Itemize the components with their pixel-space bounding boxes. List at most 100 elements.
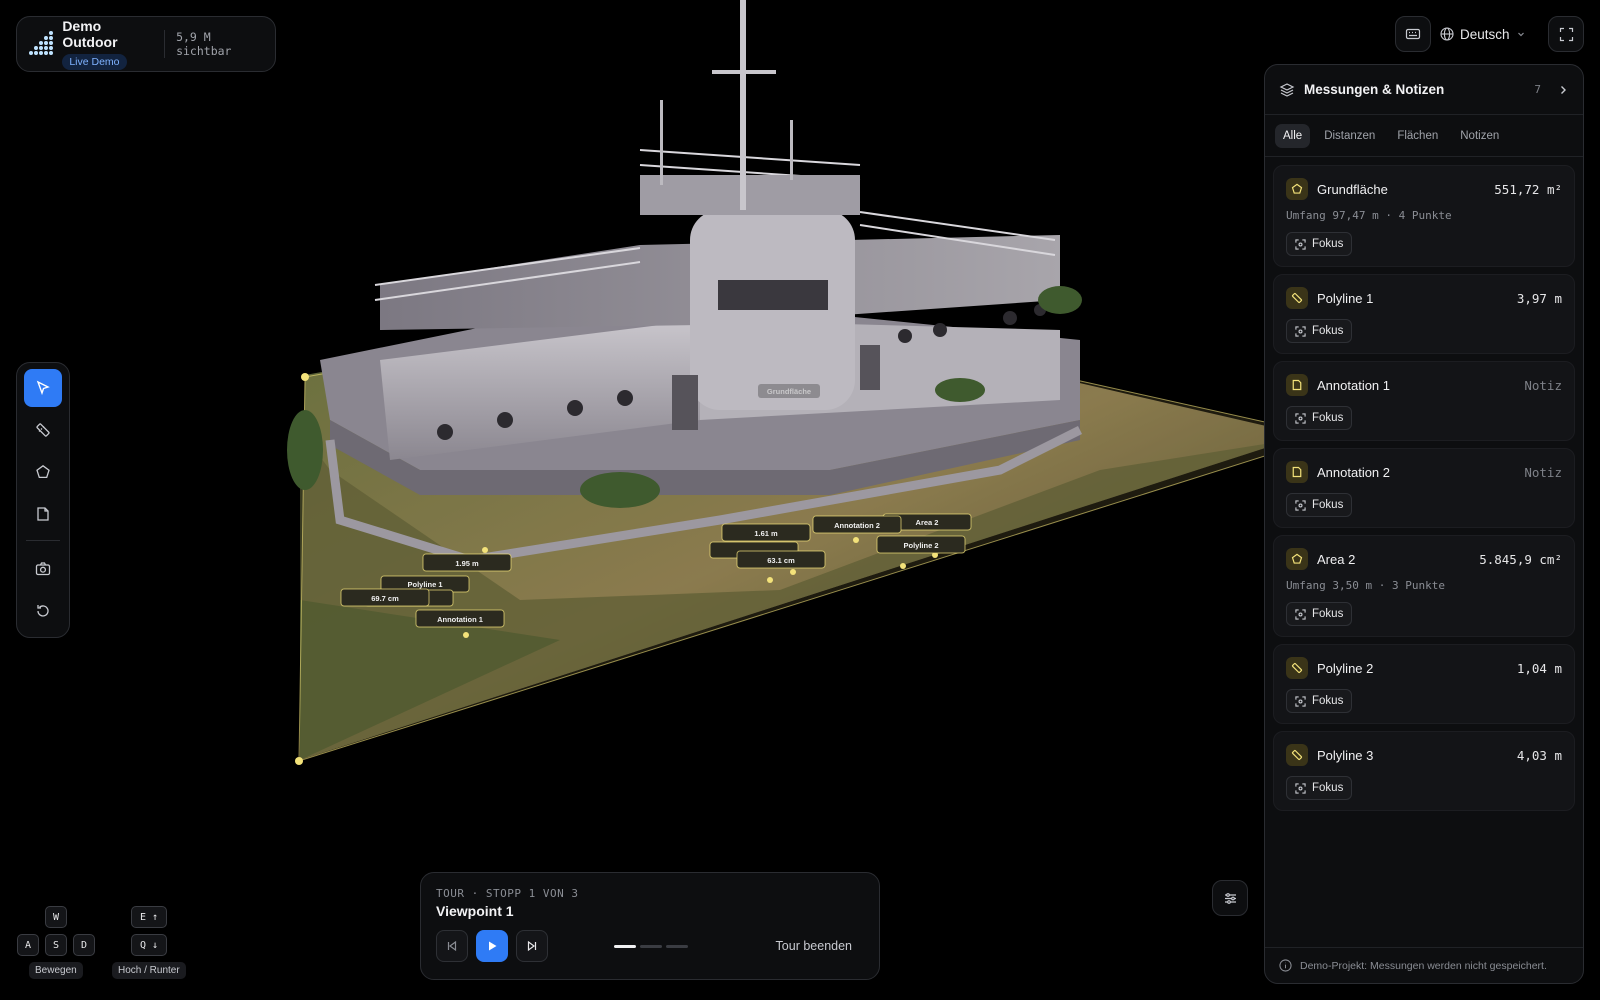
info-icon bbox=[1279, 959, 1292, 972]
skip-back-icon bbox=[447, 940, 457, 952]
tour-previous-button[interactable] bbox=[436, 930, 468, 962]
language-label: Deutsch bbox=[1460, 26, 1510, 42]
note-icon bbox=[1286, 461, 1308, 483]
svg-text:Grundfläche: Grundfläche bbox=[767, 387, 811, 396]
polygon-icon bbox=[1286, 548, 1308, 570]
item-value: Notiz bbox=[1524, 377, 1562, 393]
focus-icon bbox=[1295, 499, 1306, 511]
focus-button[interactable]: Fokus bbox=[1286, 493, 1353, 517]
focus-button[interactable]: Fokus bbox=[1286, 602, 1353, 626]
tour-play-button[interactable] bbox=[476, 930, 508, 962]
tab-all[interactable]: Alle bbox=[1275, 123, 1311, 148]
item-meta: Umfang 97,47 m · 4 Punkte bbox=[1286, 209, 1452, 222]
view-settings-button[interactable] bbox=[1212, 880, 1248, 916]
tool-note[interactable] bbox=[24, 495, 62, 533]
panel-tabs: Alle Distanzen Flächen Notizen bbox=[1265, 115, 1583, 157]
item-meta: Umfang 3,50 m · 3 Punkte bbox=[1286, 579, 1445, 592]
note-icon bbox=[37, 507, 49, 521]
polygon-icon bbox=[36, 464, 50, 479]
tour-viewpoint-title: Viewpoint 1 bbox=[436, 903, 514, 919]
tool-select[interactable] bbox=[24, 369, 62, 407]
focus-icon bbox=[1295, 608, 1306, 620]
item-name: Polyline 1 bbox=[1317, 290, 1374, 306]
project-card: Demo Outdoor Live Demo 5,9 M sichtbar bbox=[16, 16, 276, 72]
tool-bar bbox=[16, 362, 70, 638]
list-item[interactable]: Area 2 5.845,9 cm² Umfang 3,50 m · 3 Pun… bbox=[1273, 535, 1575, 637]
item-name: Polyline 3 bbox=[1317, 747, 1374, 763]
item-name: Polyline 2 bbox=[1317, 660, 1374, 676]
tour-next-button[interactable] bbox=[516, 930, 548, 962]
tour-stop-label: TOUR · STOPP 1 VON 3 bbox=[436, 887, 579, 900]
focus-button[interactable]: Fokus bbox=[1286, 406, 1353, 430]
item-value: 551,72 m² bbox=[1494, 181, 1562, 197]
focus-icon bbox=[1295, 695, 1306, 707]
scene-label-69-7cm: 69.7 cm bbox=[340, 588, 430, 607]
layers-icon bbox=[1279, 82, 1295, 97]
project-logo-icon bbox=[29, 31, 53, 57]
tab-areas[interactable]: Flächen bbox=[1389, 124, 1446, 148]
list-item[interactable]: Annotation 2 Notiz Fokus bbox=[1273, 448, 1575, 528]
move-label: Bewegen bbox=[29, 962, 83, 979]
svg-text:Polyline 1: Polyline 1 bbox=[407, 580, 442, 589]
divider bbox=[26, 540, 60, 541]
focus-icon bbox=[1295, 325, 1306, 337]
skip-forward-icon bbox=[527, 940, 537, 952]
panel-footer: Demo-Projekt: Messungen werden nicht ges… bbox=[1265, 947, 1583, 983]
ruler-icon bbox=[1286, 744, 1308, 766]
svg-text:Annotation 1: Annotation 1 bbox=[437, 615, 483, 624]
divider bbox=[164, 30, 166, 58]
tool-screenshot[interactable] bbox=[24, 550, 62, 588]
language-selector[interactable]: Deutsch bbox=[1440, 16, 1526, 52]
keyboard-shortcuts-button[interactable] bbox=[1395, 16, 1431, 52]
focus-label: Fokus bbox=[1312, 412, 1344, 424]
key-d: D bbox=[73, 934, 95, 956]
focus-button[interactable]: Fokus bbox=[1286, 319, 1353, 343]
polygon-icon bbox=[1286, 178, 1308, 200]
scene-label-polyline-2: Polyline 2 bbox=[876, 535, 966, 554]
tour-card: TOUR · STOPP 1 VON 3 Viewpoint 1 Tour be… bbox=[420, 872, 880, 980]
svg-text:69.7 cm: 69.7 cm bbox=[371, 594, 399, 603]
tool-distance[interactable] bbox=[24, 411, 62, 449]
focus-label: Fokus bbox=[1312, 782, 1344, 794]
scene-label-63-1cm: 63.1 cm bbox=[736, 550, 826, 569]
scene-label-grundflaeche: Grundfläche bbox=[758, 384, 820, 398]
focus-button[interactable]: Fokus bbox=[1286, 776, 1353, 800]
globe-icon bbox=[1440, 27, 1454, 41]
tab-distances[interactable]: Distanzen bbox=[1316, 124, 1383, 148]
svg-text:Polyline 2: Polyline 2 bbox=[903, 541, 938, 550]
list-item[interactable]: Polyline 1 3,97 m Fokus bbox=[1273, 274, 1575, 354]
ruler-icon bbox=[1286, 287, 1308, 309]
panel-header: Messungen & Notizen 7 bbox=[1265, 65, 1583, 115]
tool-area[interactable] bbox=[24, 453, 62, 491]
focus-icon bbox=[1295, 782, 1306, 794]
sliders-icon bbox=[1224, 892, 1236, 904]
visible-points-count: 5,9 M sichtbar bbox=[176, 30, 232, 58]
focus-button[interactable]: Fokus bbox=[1286, 689, 1353, 713]
chevron-down-icon bbox=[1517, 32, 1524, 37]
list-item[interactable]: Annotation 1 Notiz Fokus bbox=[1273, 361, 1575, 441]
list-item[interactable]: Polyline 3 4,03 m Fokus bbox=[1273, 731, 1575, 811]
key-e: E ↑ bbox=[131, 906, 167, 928]
focus-button[interactable]: Fokus bbox=[1286, 232, 1353, 256]
tool-reset-view[interactable] bbox=[24, 592, 62, 630]
key-q: Q ↓ bbox=[131, 934, 167, 956]
measurement-list: Grundfläche 551,72 m² Umfang 97,47 m · 4… bbox=[1265, 157, 1583, 811]
item-value: 5.845,9 cm² bbox=[1479, 551, 1562, 567]
scene-label-1-95m: 1.95 m bbox=[422, 553, 512, 572]
tab-notes[interactable]: Notizen bbox=[1452, 124, 1507, 148]
item-value: 1,04 m bbox=[1516, 660, 1562, 676]
collapse-panel-chevron-icon[interactable] bbox=[1557, 84, 1569, 96]
end-tour-button[interactable]: Tour beenden bbox=[776, 939, 852, 953]
svg-text:1.95 m: 1.95 m bbox=[455, 559, 479, 568]
ruler-icon bbox=[36, 423, 50, 437]
list-item[interactable]: Polyline 2 1,04 m Fokus bbox=[1273, 644, 1575, 724]
project-title: Demo Outdoor bbox=[62, 18, 118, 50]
key-a: A bbox=[17, 934, 39, 956]
list-item[interactable]: Grundfläche 551,72 m² Umfang 97,47 m · 4… bbox=[1273, 165, 1575, 267]
fullscreen-button[interactable] bbox=[1548, 16, 1584, 52]
keyboard-icon bbox=[1405, 28, 1421, 40]
building-point-cloud bbox=[287, 0, 1083, 565]
tour-progress bbox=[614, 944, 688, 948]
panel-title: Messungen & Notizen bbox=[1304, 82, 1445, 97]
focus-label: Fokus bbox=[1312, 238, 1344, 250]
